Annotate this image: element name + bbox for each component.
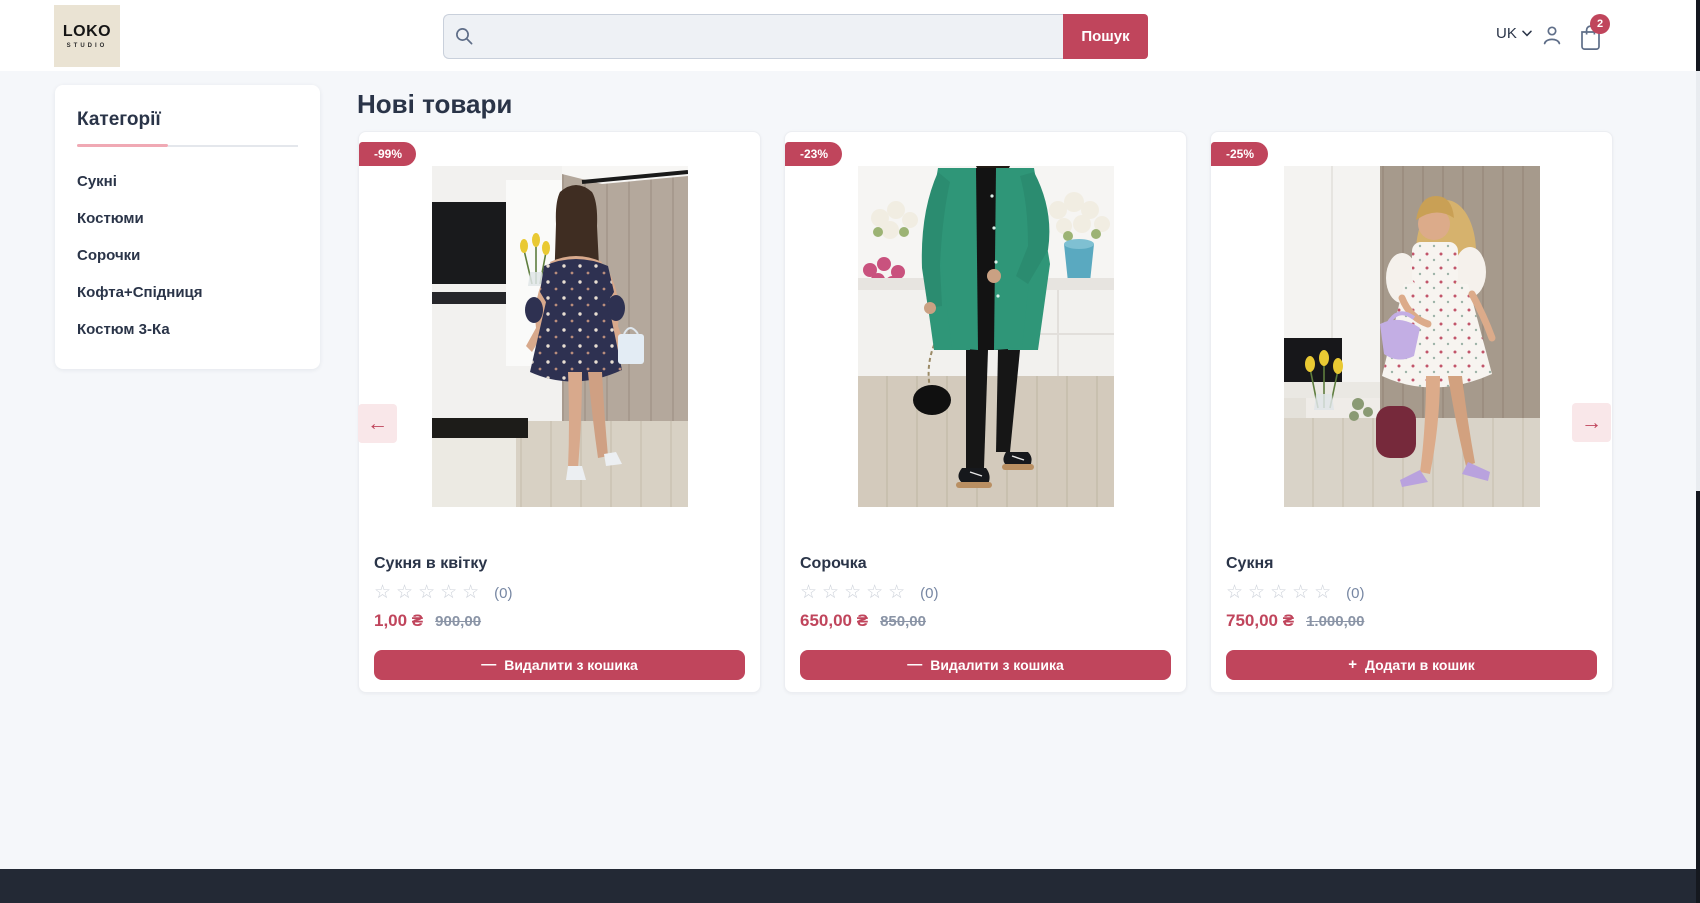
category-list: Сукні Костюми Сорочки Кофта+Спідниця Кос… — [77, 174, 298, 338]
categories-sidebar: Категорії Сукні Костюми Сорочки Кофта+Сп… — [55, 85, 320, 369]
button-label: Додати в кошик — [1365, 657, 1475, 673]
old-price: 900,00 — [435, 613, 481, 630]
sidebar-item-suit-3pc[interactable]: Костюм 3-Ка — [77, 322, 298, 338]
review-count: (0) — [494, 585, 512, 602]
current-price: 650,00 ₴ — [800, 611, 868, 631]
header: LOKO STUDIO Пошук UK — [0, 0, 1700, 71]
rating-row: ☆☆☆☆☆ (0) — [800, 583, 1171, 603]
language-label: UK — [1496, 25, 1517, 42]
current-price: 750,00 ₴ — [1226, 611, 1294, 631]
review-count: (0) — [1346, 585, 1364, 602]
minus-icon: — — [907, 658, 922, 672]
rating-row: ☆☆☆☆☆ (0) — [1226, 583, 1597, 603]
product-info: Сукня в квітку ☆☆☆☆☆ (0) 1,00 ₴ 900,00 —… — [359, 555, 760, 680]
cart-count-badge: 2 — [1590, 14, 1610, 34]
carousel-next-button[interactable]: → — [1572, 403, 1611, 442]
product-image[interactable] — [1284, 166, 1540, 507]
discount-badge: -25% — [1211, 142, 1268, 166]
button-label: Видалити з кошика — [930, 657, 1064, 673]
price-row: 650,00 ₴ 850,00 — [800, 611, 1171, 631]
product-title[interactable]: Сукня в квітку — [374, 555, 745, 573]
logo[interactable]: LOKO STUDIO — [54, 5, 120, 67]
sidebar-item-dresses[interactable]: Сукні — [77, 174, 298, 190]
product-info: Сукня ☆☆☆☆☆ (0) 750,00 ₴ 1.000,00 + Дода… — [1211, 555, 1612, 680]
product-card: -23% — [784, 131, 1187, 693]
product-card: -99% — [358, 131, 761, 693]
cart-button[interactable]: 2 — [1578, 23, 1603, 56]
button-label: Видалити з кошика — [504, 657, 638, 673]
discount-badge: -23% — [785, 142, 842, 166]
minus-icon: — — [481, 658, 496, 672]
sidebar-item-shirts[interactable]: Сорочки — [77, 248, 298, 264]
search-input[interactable] — [443, 14, 1063, 59]
chevron-down-icon — [1522, 30, 1532, 37]
user-icon — [1540, 23, 1564, 48]
search-bar: Пошук — [443, 14, 1148, 59]
remove-from-cart-button[interactable]: — Видалити з кошика — [374, 650, 745, 680]
star-rating-icons: ☆☆☆☆☆ — [374, 583, 484, 603]
rating-row: ☆☆☆☆☆ (0) — [374, 583, 745, 603]
search-button[interactable]: Пошук — [1063, 14, 1148, 59]
scrollbar[interactable] — [1696, 0, 1700, 903]
review-count: (0) — [920, 585, 938, 602]
sidebar-divider — [77, 144, 298, 147]
account-button[interactable] — [1540, 23, 1564, 53]
sidebar-item-sweater-skirt[interactable]: Кофта+Спідниця — [77, 285, 298, 301]
page-title: Нові товари — [357, 89, 512, 120]
discount-badge: -99% — [359, 142, 416, 166]
carousel-prev-button[interactable]: ← — [358, 404, 397, 443]
price-row: 1,00 ₴ 900,00 — [374, 611, 745, 631]
sidebar-item-suits[interactable]: Костюми — [77, 211, 298, 227]
product-info: Сорочка ☆☆☆☆☆ (0) 650,00 ₴ 850,00 — Вида… — [785, 555, 1186, 680]
product-image[interactable] — [858, 166, 1114, 507]
footer — [0, 869, 1700, 903]
page: LOKO STUDIO Пошук UK — [0, 0, 1700, 903]
logo-text: LOKO — [63, 23, 111, 41]
scrollbar-thumb[interactable] — [1696, 71, 1700, 491]
sidebar-title: Категорії — [77, 109, 298, 131]
language-selector[interactable]: UK — [1496, 25, 1532, 42]
arrow-left-icon: ← — [367, 412, 388, 436]
product-title[interactable]: Сукня — [1226, 555, 1597, 573]
new-products-carousel: -99% — [358, 131, 1613, 693]
product-card: -25% — [1210, 131, 1613, 693]
add-to-cart-button[interactable]: + Додати в кошик — [1226, 650, 1597, 680]
arrow-right-icon: → — [1581, 411, 1602, 435]
product-image[interactable] — [432, 166, 688, 507]
divider-track — [168, 145, 298, 147]
remove-from-cart-button[interactable]: — Видалити з кошика — [800, 650, 1171, 680]
old-price: 1.000,00 — [1306, 613, 1364, 630]
product-title[interactable]: Сорочка — [800, 555, 1171, 573]
divider-accent — [77, 144, 168, 147]
price-row: 750,00 ₴ 1.000,00 — [1226, 611, 1597, 631]
current-price: 1,00 ₴ — [374, 611, 423, 631]
logo-subtext: STUDIO — [67, 43, 108, 49]
star-rating-icons: ☆☆☆☆☆ — [1226, 583, 1336, 603]
old-price: 850,00 — [880, 613, 926, 630]
star-rating-icons: ☆☆☆☆☆ — [800, 583, 910, 603]
plus-icon: + — [1348, 658, 1357, 672]
